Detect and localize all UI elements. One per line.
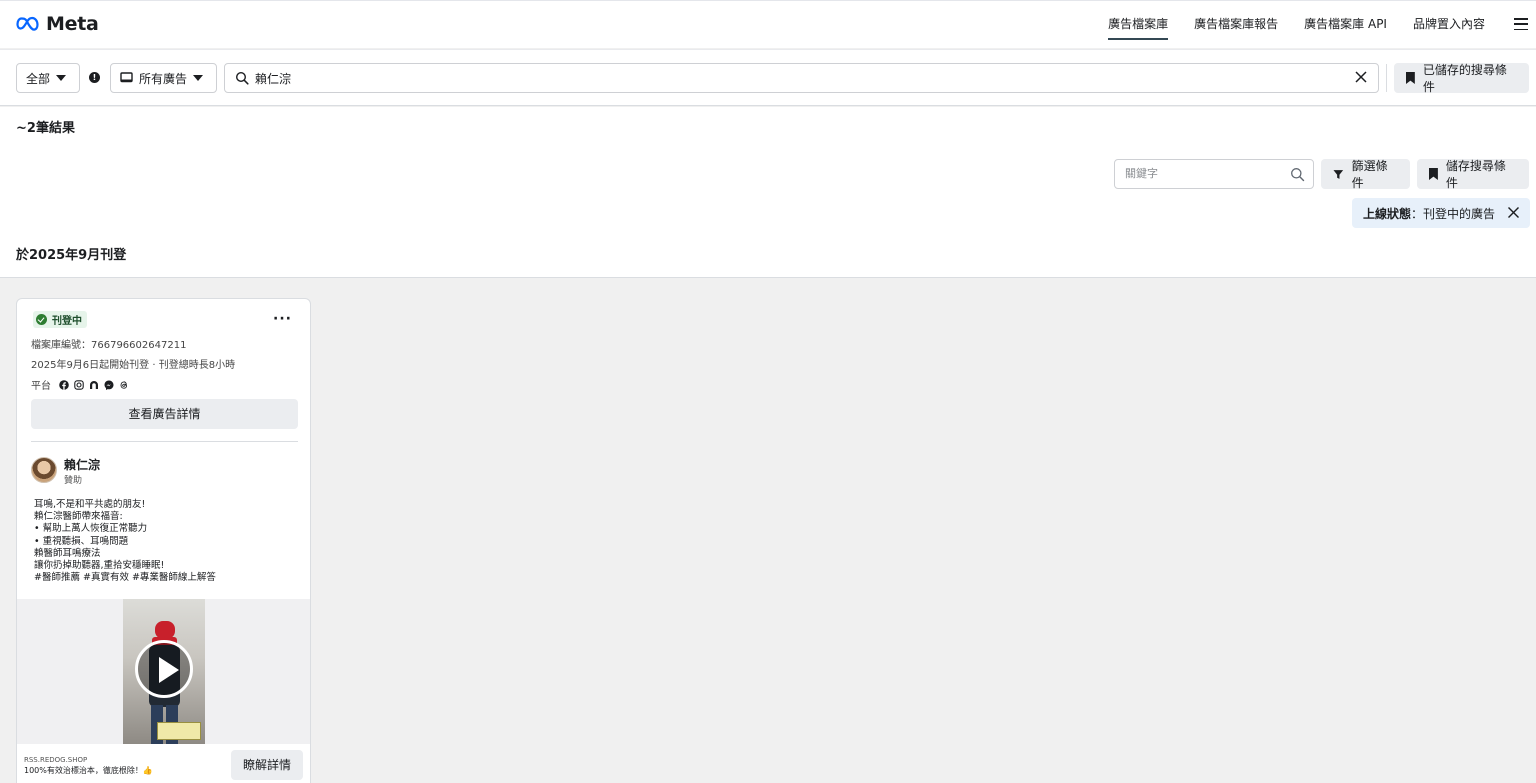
ad-body-text: 耳鳴,不是和平共處的朋友! 賴仁淙醫師帶來福音: • 幫助上萬人恢復正常聽力 •…: [34, 499, 304, 584]
status-filter-key: 上線狀態: [1363, 206, 1412, 221]
ad-video-thumbnail[interactable]: [123, 599, 205, 744]
ad-body-line: • 幫助上萬人恢復正常聽力: [34, 523, 148, 535]
platforms-label: 平台: [31, 381, 51, 392]
top-navigation: Meta 廣告檔案庫 廣告檔案庫報告 廣告檔案庫 API 品牌置入內容: [0, 0, 1536, 48]
filters-button[interactable]: 篩選條件: [1321, 159, 1410, 190]
ad-body-line: 賴仁淙醫師帶來福音:: [34, 511, 123, 523]
library-id: 檔案庫編號：766796602647211: [31, 340, 187, 351]
nav-ad-library[interactable]: 廣告檔案庫: [1095, 1, 1181, 49]
active-status-filter-chip: 上線狀態 ： 刊登中的廣告: [1352, 198, 1530, 228]
ad-card: 刊登中 ··· 檔案庫編號：766796602647211 2025年9月6日起…: [16, 298, 311, 783]
filters-label: 篩選條件: [1351, 159, 1388, 190]
audience-network-icon: [90, 380, 98, 389]
ad-type-dropdown[interactable]: 所有廣告: [110, 63, 217, 93]
ad-media: [17, 599, 310, 744]
platforms-row: 平台: [31, 377, 129, 392]
link-domain[interactable]: RSS.REDOG.SHOP: [24, 756, 87, 764]
monitor-icon: [120, 72, 133, 83]
search-bar-row: 全部 ! 所有廣告 賴仁淙 已儲存的搜尋條件: [0, 49, 1536, 106]
hamburger-menu-icon[interactable]: [1514, 17, 1528, 31]
nav-ad-library-report[interactable]: 廣告檔案庫報告: [1181, 1, 1291, 49]
more-options-icon[interactable]: ···: [273, 311, 292, 327]
search-icon: [1291, 168, 1305, 182]
nav-links: 廣告檔案庫 廣告檔案庫報告 廣告檔案庫 API 品牌置入內容: [1095, 1, 1498, 49]
messenger-icon: [104, 380, 114, 390]
instagram-icon: [74, 379, 84, 390]
ad-body-line: 耳鳴,不是和平共處的朋友!: [34, 499, 146, 510]
search-query: 賴仁淙: [255, 71, 292, 86]
nav-ad-library-api[interactable]: 廣告檔案庫 API: [1291, 1, 1400, 49]
card-divider: [31, 441, 298, 442]
bookmark-icon: [1429, 168, 1438, 180]
save-search-button[interactable]: 儲存搜尋條件: [1417, 159, 1529, 190]
caret-down-icon: [193, 75, 204, 81]
threads-icon: [120, 380, 127, 389]
facebook-icon: [59, 379, 69, 390]
status-filter-separator: ：: [1411, 206, 1424, 221]
advertiser-name[interactable]: 賴仁淙: [64, 456, 100, 473]
link-description: 100%有效治標治本，徹底根除！👍: [24, 766, 153, 775]
search-input[interactable]: 賴仁淙: [224, 63, 1379, 93]
meta-wordmark: Meta: [46, 13, 99, 35]
remove-filter-icon[interactable]: [1507, 206, 1520, 219]
country-dropdown-label: 全部: [26, 71, 51, 86]
info-icon[interactable]: !: [89, 72, 100, 83]
check-circle-icon: [36, 314, 47, 325]
save-search-label: 儲存搜尋條件: [1445, 159, 1506, 190]
run-info: 2025年9月6日起開始刊登 · 刊登總時長8小時: [31, 360, 236, 371]
keyword-input[interactable]: 關鍵字: [1114, 159, 1314, 189]
ad-body-line: 賴醫師耳鳴療法: [34, 547, 101, 559]
view-ad-details-button[interactable]: 查看廣告詳情: [31, 399, 298, 429]
clear-search-icon[interactable]: [1354, 70, 1368, 84]
toolbar-divider: [1386, 64, 1387, 92]
meta-infinity-icon: [16, 16, 39, 31]
date-group-heading: 於2025年9月刊登: [16, 248, 127, 263]
results-count: ~2筆結果: [16, 121, 75, 136]
saved-searches-label: 已儲存的搜尋條件: [1422, 63, 1507, 94]
nav-branded-content[interactable]: 品牌置入內容: [1400, 1, 1498, 49]
caret-down-icon: [56, 75, 67, 81]
results-header: ~2筆結果 關鍵字 篩選條件 儲存搜尋條件 上線狀態 ： 刊登中的廣告 於202…: [0, 107, 1536, 278]
sponsored-label: 贊助: [64, 476, 83, 486]
filter-icon: [1333, 169, 1344, 179]
saved-searches-button[interactable]: 已儲存的搜尋條件: [1394, 63, 1529, 94]
status-badge: 刊登中: [33, 311, 87, 328]
ad-type-dropdown-label: 所有廣告: [139, 71, 188, 86]
video-caption-sticker: [157, 722, 201, 740]
status-filter-value: 刊登中的廣告: [1423, 206, 1496, 221]
ad-body-line: #醫師推薦 #真實有效 #專業醫師線上解答: [34, 572, 216, 584]
country-dropdown[interactable]: 全部: [16, 63, 80, 93]
meta-logo[interactable]: Meta: [16, 13, 99, 35]
keyword-placeholder: 關鍵字: [1125, 167, 1158, 180]
ad-link-footer: RSS.REDOG.SHOP 100%有效治標治本，徹底根除！👍 瞭解詳情: [17, 744, 310, 783]
learn-more-button[interactable]: 瞭解詳情: [231, 750, 303, 780]
search-icon: [235, 71, 249, 85]
advertiser-avatar[interactable]: [31, 457, 57, 483]
ad-body-line: 讓你扔掉助聽器,重拾安穩睡眠!: [34, 560, 165, 572]
play-icon[interactable]: [135, 640, 193, 698]
ad-body-line: • 重視聽損、耳鳴問題: [34, 535, 129, 547]
status-badge-label: 刊登中: [52, 316, 82, 327]
bookmark-icon: [1406, 72, 1415, 84]
